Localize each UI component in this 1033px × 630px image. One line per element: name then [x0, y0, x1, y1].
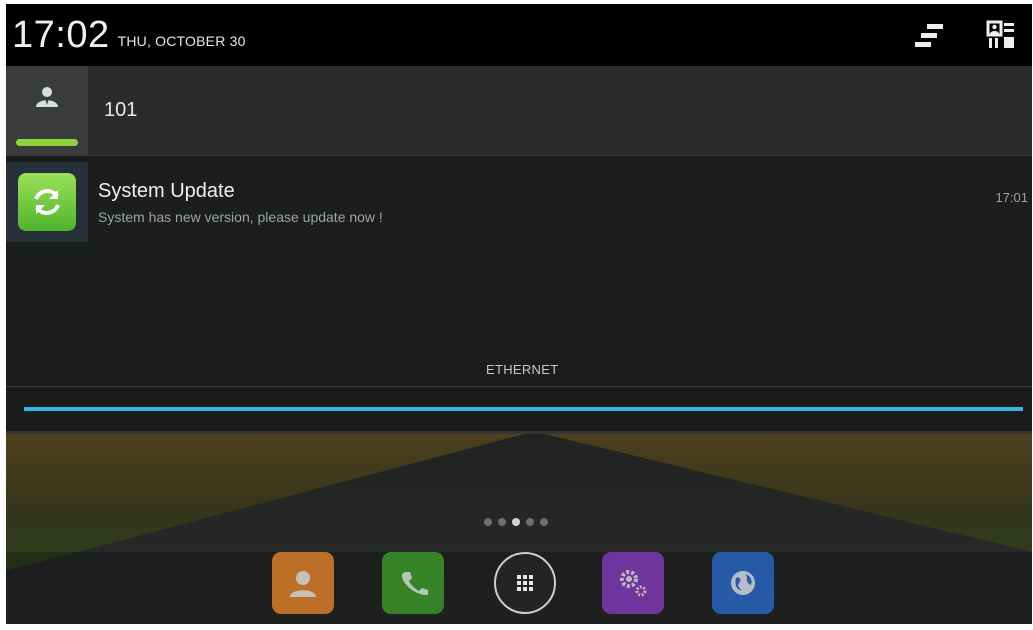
user-tile[interactable]	[6, 65, 88, 156]
screen: 101 System Update System has new version…	[6, 4, 1032, 624]
settings-icon	[620, 570, 647, 597]
settings-grid-icon[interactable]	[984, 18, 1018, 52]
page-dot-active	[512, 518, 520, 526]
notification-system-update[interactable]: System Update System has new version, pl…	[6, 162, 1032, 242]
page-dot	[526, 518, 534, 526]
user-row[interactable]: 101	[6, 65, 1032, 156]
status-bar: 17:02 THU, OCTOBER 30	[6, 4, 1032, 66]
shade-handle[interactable]	[24, 407, 1023, 411]
browser-app-button[interactable]	[712, 552, 774, 614]
page-indicator	[484, 518, 548, 526]
user-icon	[36, 86, 58, 107]
settings-app-button[interactable]	[602, 552, 664, 614]
system-update-icon	[18, 173, 76, 231]
date: THU, OCTOBER 30	[117, 33, 246, 49]
page-dot	[498, 518, 506, 526]
phone-icon	[401, 572, 428, 596]
notification-title: System Update	[98, 179, 235, 202]
notification-time: 17:01	[995, 190, 1028, 205]
clock: 17:02	[12, 13, 110, 56]
contacts-icon	[290, 571, 316, 597]
quick-settings-toggle-icon[interactable]	[912, 18, 946, 52]
contacts-app-button[interactable]	[272, 552, 334, 614]
page-dot	[484, 518, 492, 526]
app-drawer-icon	[517, 575, 533, 591]
network-label: ETHERNET	[486, 362, 559, 377]
browser-icon	[731, 571, 755, 595]
user-active-indicator	[16, 138, 78, 146]
notification-body: System has new version, please update no…	[98, 208, 383, 225]
user-name: 101	[104, 99, 138, 121]
phone-app-button[interactable]	[382, 552, 444, 614]
app-drawer-button[interactable]	[494, 552, 556, 614]
page-dot	[540, 518, 548, 526]
